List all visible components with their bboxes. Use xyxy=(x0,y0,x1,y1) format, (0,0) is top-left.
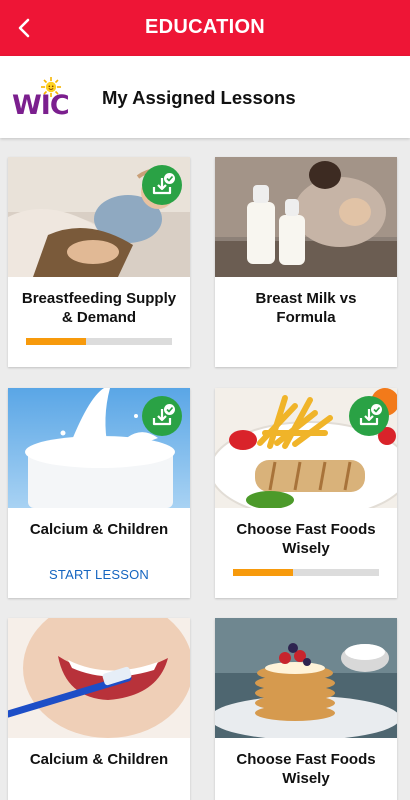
lesson-title: Breastfeeding Supply & Demand xyxy=(21,290,177,326)
fries-and-wrap-photo xyxy=(215,388,397,508)
lesson-card[interactable]: Calcium & Children START LESSON xyxy=(8,388,190,598)
lesson-card[interactable]: Calcium & Children xyxy=(8,618,190,800)
start-lesson-button[interactable]: START LESSON xyxy=(8,567,190,582)
lesson-title: Calcium & Children xyxy=(29,521,169,538)
section-title: My Assigned Lessons xyxy=(102,87,296,108)
lesson-title: Choose Fast Foods Wisely xyxy=(236,521,376,557)
lesson-card[interactable]: Choose Fast Foods Wisely xyxy=(215,388,397,598)
pancakes-photo xyxy=(215,618,397,738)
download-complete-icon xyxy=(152,404,175,426)
lesson-progress-bar xyxy=(26,338,172,345)
toothbrush-smile-photo xyxy=(8,618,190,738)
chevron-left-icon xyxy=(18,18,30,38)
download-complete-icon xyxy=(359,404,382,426)
app-bar: EDUCATION xyxy=(0,0,410,56)
downloaded-button[interactable] xyxy=(142,165,182,205)
lesson-title: Choose Fast Foods Wisely xyxy=(236,751,376,787)
page-title: EDUCATION xyxy=(144,16,266,38)
back-button[interactable] xyxy=(6,10,42,46)
downloaded-button[interactable] xyxy=(142,396,182,436)
breastfeeding-photo xyxy=(8,157,190,277)
lesson-card[interactable]: Choose Fast Foods Wisely xyxy=(215,618,397,800)
download-complete-icon xyxy=(152,173,175,195)
lessons-header: WIC My Assigned Lessons xyxy=(0,56,410,138)
wic-logo-text: WIC xyxy=(12,90,70,121)
lesson-title: Breast Milk vs Formula xyxy=(255,290,357,326)
glass-of-milk-photo xyxy=(8,388,190,508)
lesson-title: Calcium & Children xyxy=(29,751,169,768)
lesson-progress-fill xyxy=(26,338,86,345)
lesson-progress-bar xyxy=(233,569,379,576)
lesson-progress-fill xyxy=(233,569,293,576)
downloaded-button[interactable] xyxy=(349,396,389,436)
milk-bottles-photo xyxy=(215,157,397,277)
wic-logo: WIC xyxy=(12,76,76,124)
lesson-card[interactable]: Breast Milk vs Formula xyxy=(215,157,397,367)
lesson-card[interactable]: Breastfeeding Supply & Demand xyxy=(8,157,190,367)
